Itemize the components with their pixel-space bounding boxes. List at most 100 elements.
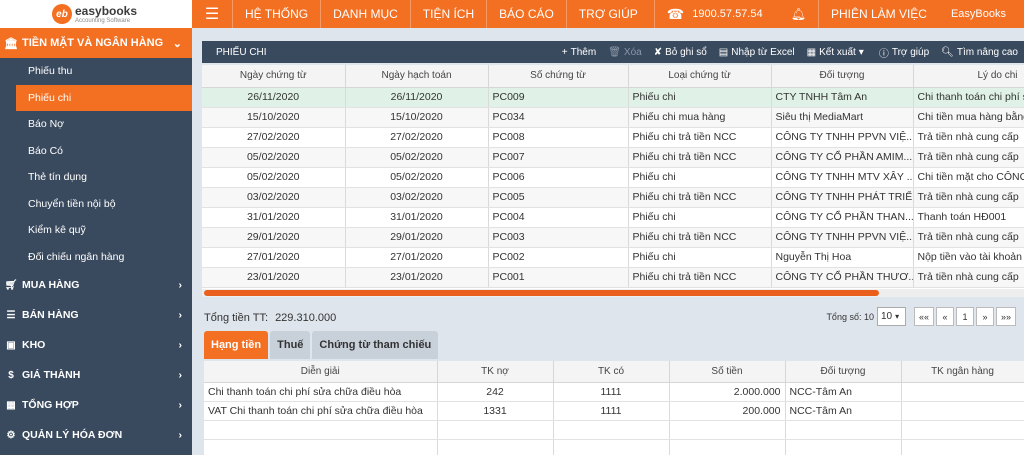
col-so-chung-tu[interactable]: Số chứng từ — [488, 65, 629, 88]
sidebar-section-gia-thanh[interactable]: $ GIÁ THÀNH › — [0, 360, 192, 390]
col-tk-co[interactable]: TK có — [553, 361, 670, 383]
table-row[interactable] — [204, 420, 1024, 440]
table-row[interactable]: 31/01/2020 31/01/2020 PC004 Phiếu chi CÔNG T… — [202, 207, 1024, 228]
col-so-tien[interactable]: Số tiền — [669, 361, 786, 383]
table-row[interactable]: 27/02/2020 27/02/2020 PC008 Phiếu chi trả t… — [202, 127, 1024, 148]
tab-thue[interactable]: Thuế — [270, 331, 311, 359]
voucher-table: Ngày chứng từ Ngày hạch toán Số chứng từ… — [202, 65, 1024, 288]
nav-tro-giup[interactable]: TRỢ GIÚP — [565, 0, 650, 28]
record-count: Tổng số: 10 — [826, 311, 874, 322]
horizontal-scrollbar[interactable] — [202, 289, 1024, 297]
table-row[interactable]: 05/02/2020 05/02/2020 PC006 Phiếu chi CÔNG T… — [202, 167, 1024, 188]
col-doi-tuong[interactable]: Đối tượng — [771, 65, 914, 88]
sidebar-item-bao-no[interactable]: Báo Nợ — [0, 111, 192, 138]
nav-bao-cao[interactable]: BÁO CÁO — [486, 0, 566, 28]
sidebar-section-mua-hang[interactable]: 🛒︎ MUA HÀNG › — [0, 270, 192, 300]
col-doi-tuong[interactable]: Đối tượng — [785, 361, 902, 383]
col-tk-ngan-hang[interactable]: TK ngân hàng — [901, 361, 1024, 383]
table-row[interactable] — [204, 439, 1024, 455]
prev-page-button[interactable]: « — [935, 307, 954, 326]
chevron-right-icon: › — [178, 369, 183, 381]
cell: CÔNG TY CỔ PHẦN THAN... — [771, 207, 914, 228]
table-row[interactable]: 26/11/2020 26/11/2020 PC009 Phiếu chi CTY TN… — [202, 87, 1024, 108]
col-ngay-hach-toan[interactable]: Ngày hạch toán — [345, 65, 489, 88]
cell: 05/02/2020 — [345, 167, 489, 188]
current-page-button[interactable]: 1 — [955, 307, 974, 326]
table-row[interactable]: 27/01/2020 27/01/2020 PC002 Phiếu chi Nguyễn… — [202, 247, 1024, 268]
next-page-button[interactable]: » — [975, 307, 994, 326]
last-page-button[interactable]: »» — [995, 307, 1016, 326]
cell: PC001 — [488, 267, 629, 288]
first-page-button[interactable]: «« — [913, 307, 934, 326]
col-dien-giai[interactable]: Diễn giải — [204, 361, 438, 383]
import-excel-button[interactable]: ▤ Nhập từ Excel — [713, 47, 801, 58]
cell: 29/01/2020 — [345, 227, 489, 248]
cell: VAT Chi thanh toán chi phí sửa chữa điều… — [204, 401, 438, 421]
detail-tabs: Hạng tiền Thuế Chứng từ tham chiếu — [204, 331, 440, 359]
sidebar-item-phieu-chi[interactable]: Phiếu chi — [16, 84, 192, 111]
hotline: ☎ 1900.57.57.54 — [653, 0, 763, 28]
table-row[interactable]: 15/10/2020 15/10/2020 PC034 Phiếu chi mua h… — [202, 107, 1024, 128]
top-bar: eb easybooks Accounting Software ☰ HỆ TH… — [0, 0, 1024, 28]
sidebar-item-phieu-thu[interactable]: Phiếu thu — [0, 58, 192, 85]
advanced-search-button[interactable]: 🔍︎ Tìm nâng cao — [935, 47, 1024, 58]
delete-button[interactable]: 🗑︎ Xóa — [602, 47, 648, 58]
cell — [901, 401, 1024, 421]
hamburger-menu-icon[interactable]: ☰ — [192, 0, 232, 28]
pagination: Tổng số: 10 10 ▾ «« « 1 » »» — [826, 307, 1016, 326]
page-size-select[interactable]: 10 ▾ — [876, 307, 906, 326]
voucher-grid: Ngày chứng từ Ngày hạch toán Số chứng từ… — [202, 65, 1024, 297]
table-row[interactable]: 23/01/2020 23/01/2020 PC001 Phiếu chi trả t… — [202, 267, 1024, 288]
nav-danh-muc[interactable]: DANH MỤC — [320, 0, 410, 28]
sidebar-section-ban-hang[interactable]: ☰ BÁN HÀNG › — [0, 300, 192, 330]
col-ly-do-chi[interactable]: Lý do chi — [913, 65, 1024, 88]
cell — [785, 420, 902, 440]
user-menu[interactable]: EasyBooks — [939, 0, 1024, 28]
export-button[interactable]: ▦ Kết xuất ▾ — [801, 47, 873, 58]
sidebar-item-the-tin-dung[interactable]: Thẻ tín dụng — [0, 164, 192, 191]
bank-icon: 🏛︎ — [4, 37, 18, 50]
unpost-button[interactable]: ✘ Bỏ ghi sổ — [648, 47, 713, 58]
cell: Phiếu chi — [628, 87, 772, 108]
table-row[interactable]: 05/02/2020 05/02/2020 PC007 Phiếu chi trả t… — [202, 147, 1024, 168]
cell: 26/11/2020 — [202, 87, 346, 108]
cell — [437, 420, 554, 440]
session-menu[interactable]: PHIÊN LÀM VIỆC — [817, 0, 939, 28]
cell: 03/02/2020 — [345, 187, 489, 208]
cell: CÔNG TY TNHH MTV XÂY ... — [771, 167, 914, 188]
help-button[interactable]: ⓘ Trợ giúp — [873, 45, 935, 60]
sidebar-item-doi-chieu[interactable]: Đối chiếu ngân hàng — [0, 243, 192, 270]
sidebar-section-hoa-don[interactable]: ⚙︎ QUẢN LÝ HÓA ĐƠN › — [0, 420, 192, 450]
sidebar-section-tong-hop[interactable]: ▦ TỔNG HỢP › — [0, 390, 192, 420]
table-row[interactable]: VAT Chi thanh toán chi phí sửa chữa điều… — [204, 401, 1024, 421]
bell-icon[interactable]: 🔔︎ — [779, 7, 818, 21]
add-button[interactable]: + Thêm — [556, 47, 602, 58]
sidebar-item-chuyen-tien[interactable]: Chuyển tiền nội bộ — [0, 190, 192, 217]
logo[interactable]: eb easybooks Accounting Software — [0, 0, 192, 28]
nav-tien-ich[interactable]: TIỆN ÍCH — [409, 0, 486, 28]
scrollbar-thumb[interactable] — [204, 290, 879, 296]
sidebar-section-kho[interactable]: ▣ KHO › — [0, 330, 192, 360]
sidebar-section-label: TỔNG HỢP — [22, 399, 79, 411]
tab-chung-tu-tham-chieu[interactable]: Chứng từ tham chiếu — [312, 331, 439, 359]
brand-name: easybooks — [75, 3, 138, 18]
nav-he-thong[interactable]: HỆ THỐNG — [232, 0, 320, 28]
table-row[interactable]: 29/01/2020 29/01/2020 PC003 Phiếu chi trả t… — [202, 227, 1024, 248]
cell: PC034 — [488, 107, 629, 128]
cell: 27/02/2020 — [202, 127, 346, 148]
cell: Nguyễn Thị Hoa — [771, 247, 914, 268]
unpost-label: Bỏ ghi sổ — [665, 46, 707, 58]
cell: CÔNG TY CỔ PHẦN THƯƠ... — [771, 267, 914, 288]
sales-icon: ☰ — [6, 309, 16, 321]
sidebar-section-label: KHO — [22, 339, 46, 351]
col-loai-chung-tu[interactable]: Loại chứng từ — [628, 65, 772, 88]
table-row[interactable]: Chi thanh toán chi phí sửa chữa điều hòa… — [204, 382, 1024, 402]
col-tk-no[interactable]: TK nợ — [437, 361, 554, 383]
sidebar-section-tien-mat[interactable]: 🏛︎ TIỀN MẶT VÀ NGÂN HÀNG ⌄ — [0, 28, 192, 58]
sidebar-item-kiem-ke-quy[interactable]: Kiểm kê quỹ — [0, 217, 192, 244]
sidebar-item-bao-co[interactable]: Báo Có — [0, 137, 192, 164]
chevron-right-icon: › — [178, 339, 183, 351]
col-ngay-chung-tu[interactable]: Ngày chứng từ — [202, 65, 346, 88]
tab-hang-tien[interactable]: Hạng tiền — [204, 331, 269, 359]
table-row[interactable]: 03/02/2020 03/02/2020 PC005 Phiếu chi trả t… — [202, 187, 1024, 208]
